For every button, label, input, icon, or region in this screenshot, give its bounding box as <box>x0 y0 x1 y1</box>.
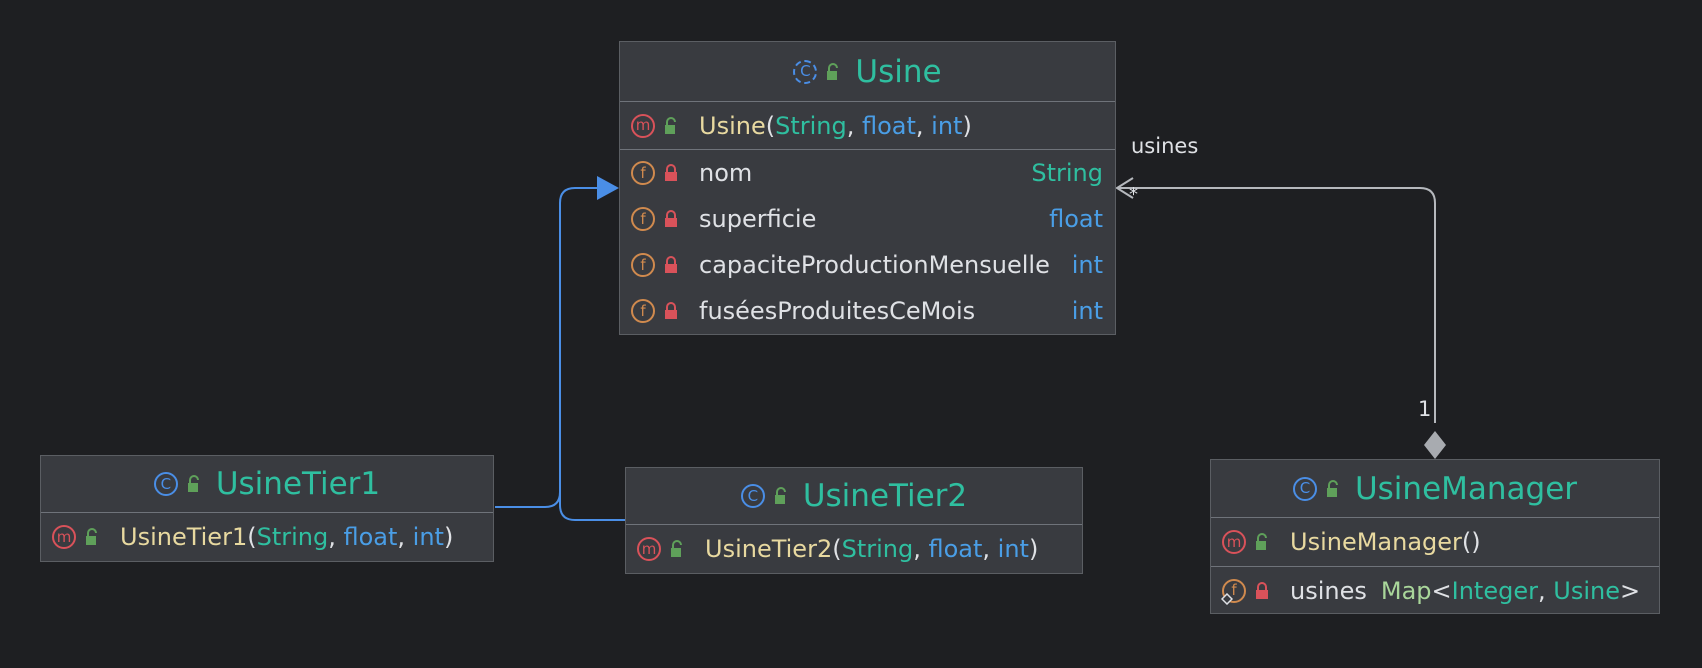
public-lock-icon <box>774 487 786 504</box>
class-usine[interactable]: C Usine m Usine(String, float, int) f no… <box>619 41 1116 335</box>
field-icon: f <box>631 299 655 323</box>
field-type: int <box>1071 251 1103 279</box>
constructor-parens: () <box>1461 528 1481 556</box>
param-type: String <box>256 523 329 551</box>
inheritance-edge-usinetier1 <box>495 187 597 508</box>
constructor-row[interactable]: m UsineManager() <box>1211 518 1659 567</box>
param-type: float <box>343 523 398 551</box>
constructor-name: UsineTier2 <box>705 535 833 563</box>
multiplicity-source-label: 1 <box>1418 397 1432 421</box>
field-row[interactable]: f superficie float <box>620 196 1115 242</box>
param-type: int <box>412 523 444 551</box>
inheritance-arrowhead <box>597 176 619 200</box>
constructor-name: UsineManager <box>1290 528 1462 556</box>
field-row[interactable]: f nom String <box>620 150 1115 196</box>
field-name: usines <box>1290 576 1367 605</box>
field-name: capaciteProductionMensuelle <box>699 251 1050 279</box>
field-type: String <box>1031 159 1103 187</box>
public-lock-icon <box>187 475 199 492</box>
param-comma: , <box>913 535 929 563</box>
class-header[interactable]: C Usine <box>620 42 1115 102</box>
param-type: float <box>928 535 983 563</box>
field-name: fuséesProduitesCeMois <box>699 297 976 325</box>
class-name: Usine <box>855 53 942 90</box>
inheritance-edge-usinetier2 <box>559 492 625 521</box>
open-paren: ( <box>832 535 842 563</box>
composition-diamond <box>1424 431 1446 459</box>
constructor-name: Usine <box>699 111 766 140</box>
private-lock-icon <box>665 302 677 319</box>
constructor-row[interactable]: m UsineTier2(String, float, int) <box>626 525 1082 573</box>
association-role-label: usines <box>1131 134 1199 158</box>
field-type-map: Map <box>1380 576 1432 605</box>
param-comma: , <box>982 535 998 563</box>
public-lock-icon <box>1326 479 1338 497</box>
field-icon: f <box>631 161 655 185</box>
generic-key-type: Integer <box>1451 576 1538 605</box>
private-lock-icon <box>1256 581 1268 599</box>
class-usinemanager[interactable]: C UsineManager m UsineManager() f usines… <box>1210 459 1660 614</box>
close-paren: ) <box>1028 535 1039 563</box>
public-lock-icon <box>1256 533 1267 550</box>
class-header[interactable]: C UsineTier1 <box>41 456 493 513</box>
class-icon: C <box>1292 476 1317 501</box>
param-type: float <box>861 111 916 140</box>
class-usinetier1[interactable]: C UsineTier1 m UsineTier1(String, float,… <box>40 455 494 562</box>
field-name: nom <box>699 159 753 187</box>
field-name: superficie <box>699 205 817 233</box>
constructor-row[interactable]: m UsineTier1(String, float, int) <box>41 513 493 561</box>
class-header[interactable]: C UsineManager <box>1211 460 1659 518</box>
public-lock-icon <box>86 528 97 545</box>
close-paren: ) <box>443 523 454 551</box>
generic-open: < <box>1431 576 1452 605</box>
class-usinetier2[interactable]: C UsineTier2 m UsineTier2(String, float,… <box>625 467 1083 574</box>
field-row[interactable]: f fuséesProduitesCeMois int <box>620 288 1115 334</box>
field-row[interactable]: f usines Map<Integer, Usine> <box>1211 567 1659 614</box>
generic-comma: , <box>1537 576 1554 605</box>
constructor-name: UsineTier1 <box>120 523 248 551</box>
class-icon: C <box>740 484 765 508</box>
class-icon: C <box>153 472 178 496</box>
constructor-row[interactable]: m Usine(String, float, int) <box>620 102 1115 150</box>
param-type: String <box>775 111 847 140</box>
param-comma: , <box>915 111 932 140</box>
param-type: String <box>841 535 914 563</box>
public-lock-icon <box>671 540 682 557</box>
multiplicity-target-label: * <box>1129 184 1138 205</box>
generic-close: > <box>1619 576 1641 605</box>
method-icon: m <box>52 525 76 549</box>
class-name: UsineTier1 <box>215 466 381 502</box>
final-diamond-icon <box>1221 593 1233 605</box>
abstract-class-icon: C <box>793 59 818 84</box>
private-lock-icon <box>665 210 677 227</box>
method-icon: m <box>631 113 655 138</box>
private-lock-icon <box>665 256 677 273</box>
close-paren: ) <box>962 111 972 140</box>
method-icon: m <box>637 537 661 561</box>
field-row[interactable]: f capaciteProductionMensuelle int <box>620 242 1115 288</box>
open-paren: ( <box>247 523 257 551</box>
public-lock-icon <box>665 116 676 134</box>
param-type: int <box>997 535 1029 563</box>
param-comma: , <box>328 523 344 551</box>
field-icon: f <box>631 253 655 277</box>
private-lock-icon <box>665 164 677 181</box>
class-header[interactable]: C UsineTier2 <box>626 468 1082 525</box>
method-icon: m <box>1222 530 1246 554</box>
param-type: int <box>931 111 963 140</box>
param-comma: , <box>846 111 862 140</box>
open-paren: ( <box>765 111 776 140</box>
class-name: UsineTier2 <box>802 478 968 514</box>
field-type: int <box>1071 297 1103 325</box>
composition-edge <box>1118 187 1436 423</box>
class-name: UsineManager <box>1354 470 1578 507</box>
public-lock-icon <box>827 62 839 80</box>
param-comma: , <box>397 523 413 551</box>
field-icon: f <box>631 207 655 231</box>
field-type: float <box>1049 205 1103 233</box>
generic-value-type: Usine <box>1553 576 1620 605</box>
